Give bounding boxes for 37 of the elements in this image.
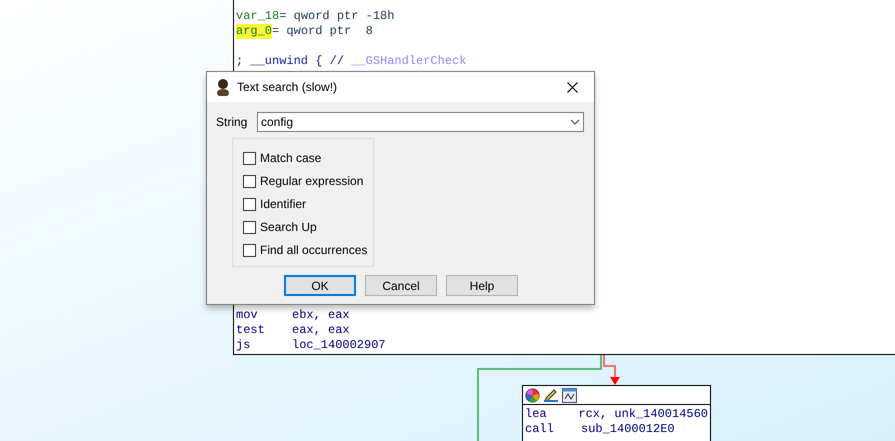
graph-icon[interactable]: [562, 388, 577, 403]
checkbox[interactable]: [243, 174, 256, 188]
dialog-button[interactable]: OK: [284, 275, 356, 296]
dialog-button[interactable]: Help: [446, 275, 518, 296]
checkbox-label: Identifier: [260, 196, 306, 213]
comment-text: ; __unwind { //: [236, 54, 346, 69]
operands: rcx, unk_140014560: [578, 407, 708, 422]
variable-type: = qword ptr -18h: [279, 9, 394, 24]
operands: sub_1400012E0: [581, 422, 675, 437]
operands: ebx, eax: [292, 308, 350, 323]
checkbox-label: Match case: [260, 150, 322, 167]
variable-name: var_18: [236, 9, 280, 24]
checkbox[interactable]: [243, 244, 256, 256]
color-wheel-icon[interactable]: [525, 388, 540, 403]
string-label: String: [216, 114, 248, 131]
checkbox-label: Search Up: [260, 219, 317, 236]
operands: eax, eax: [292, 323, 350, 338]
dialog-title: Text search (slow!): [237, 79, 338, 96]
mnemonic: js: [236, 338, 252, 353]
checkbox-label: Regular expression: [260, 173, 364, 190]
app-icon: [215, 78, 231, 96]
mnemonic: lea: [525, 407, 548, 422]
checkbox-label: Find all occurrences: [260, 242, 368, 259]
string-combobox[interactable]: config: [257, 112, 584, 132]
close-icon: [566, 82, 578, 92]
dropdown-icon: [570, 119, 580, 125]
operands: loc_140002907: [292, 338, 386, 353]
mnemonic: call: [525, 422, 555, 437]
checkbox[interactable]: [243, 198, 256, 210]
mnemonic: mov: [236, 308, 259, 323]
variable-type: = qword ptr 8: [272, 24, 373, 39]
checkbox[interactable]: [243, 220, 256, 234]
checkbox[interactable]: [243, 152, 256, 164]
mnemonic: test: [236, 323, 266, 338]
dialog-button[interactable]: Cancel: [365, 275, 437, 296]
pencil-icon[interactable]: [543, 388, 559, 403]
variable-name: arg_0: [236, 24, 272, 39]
